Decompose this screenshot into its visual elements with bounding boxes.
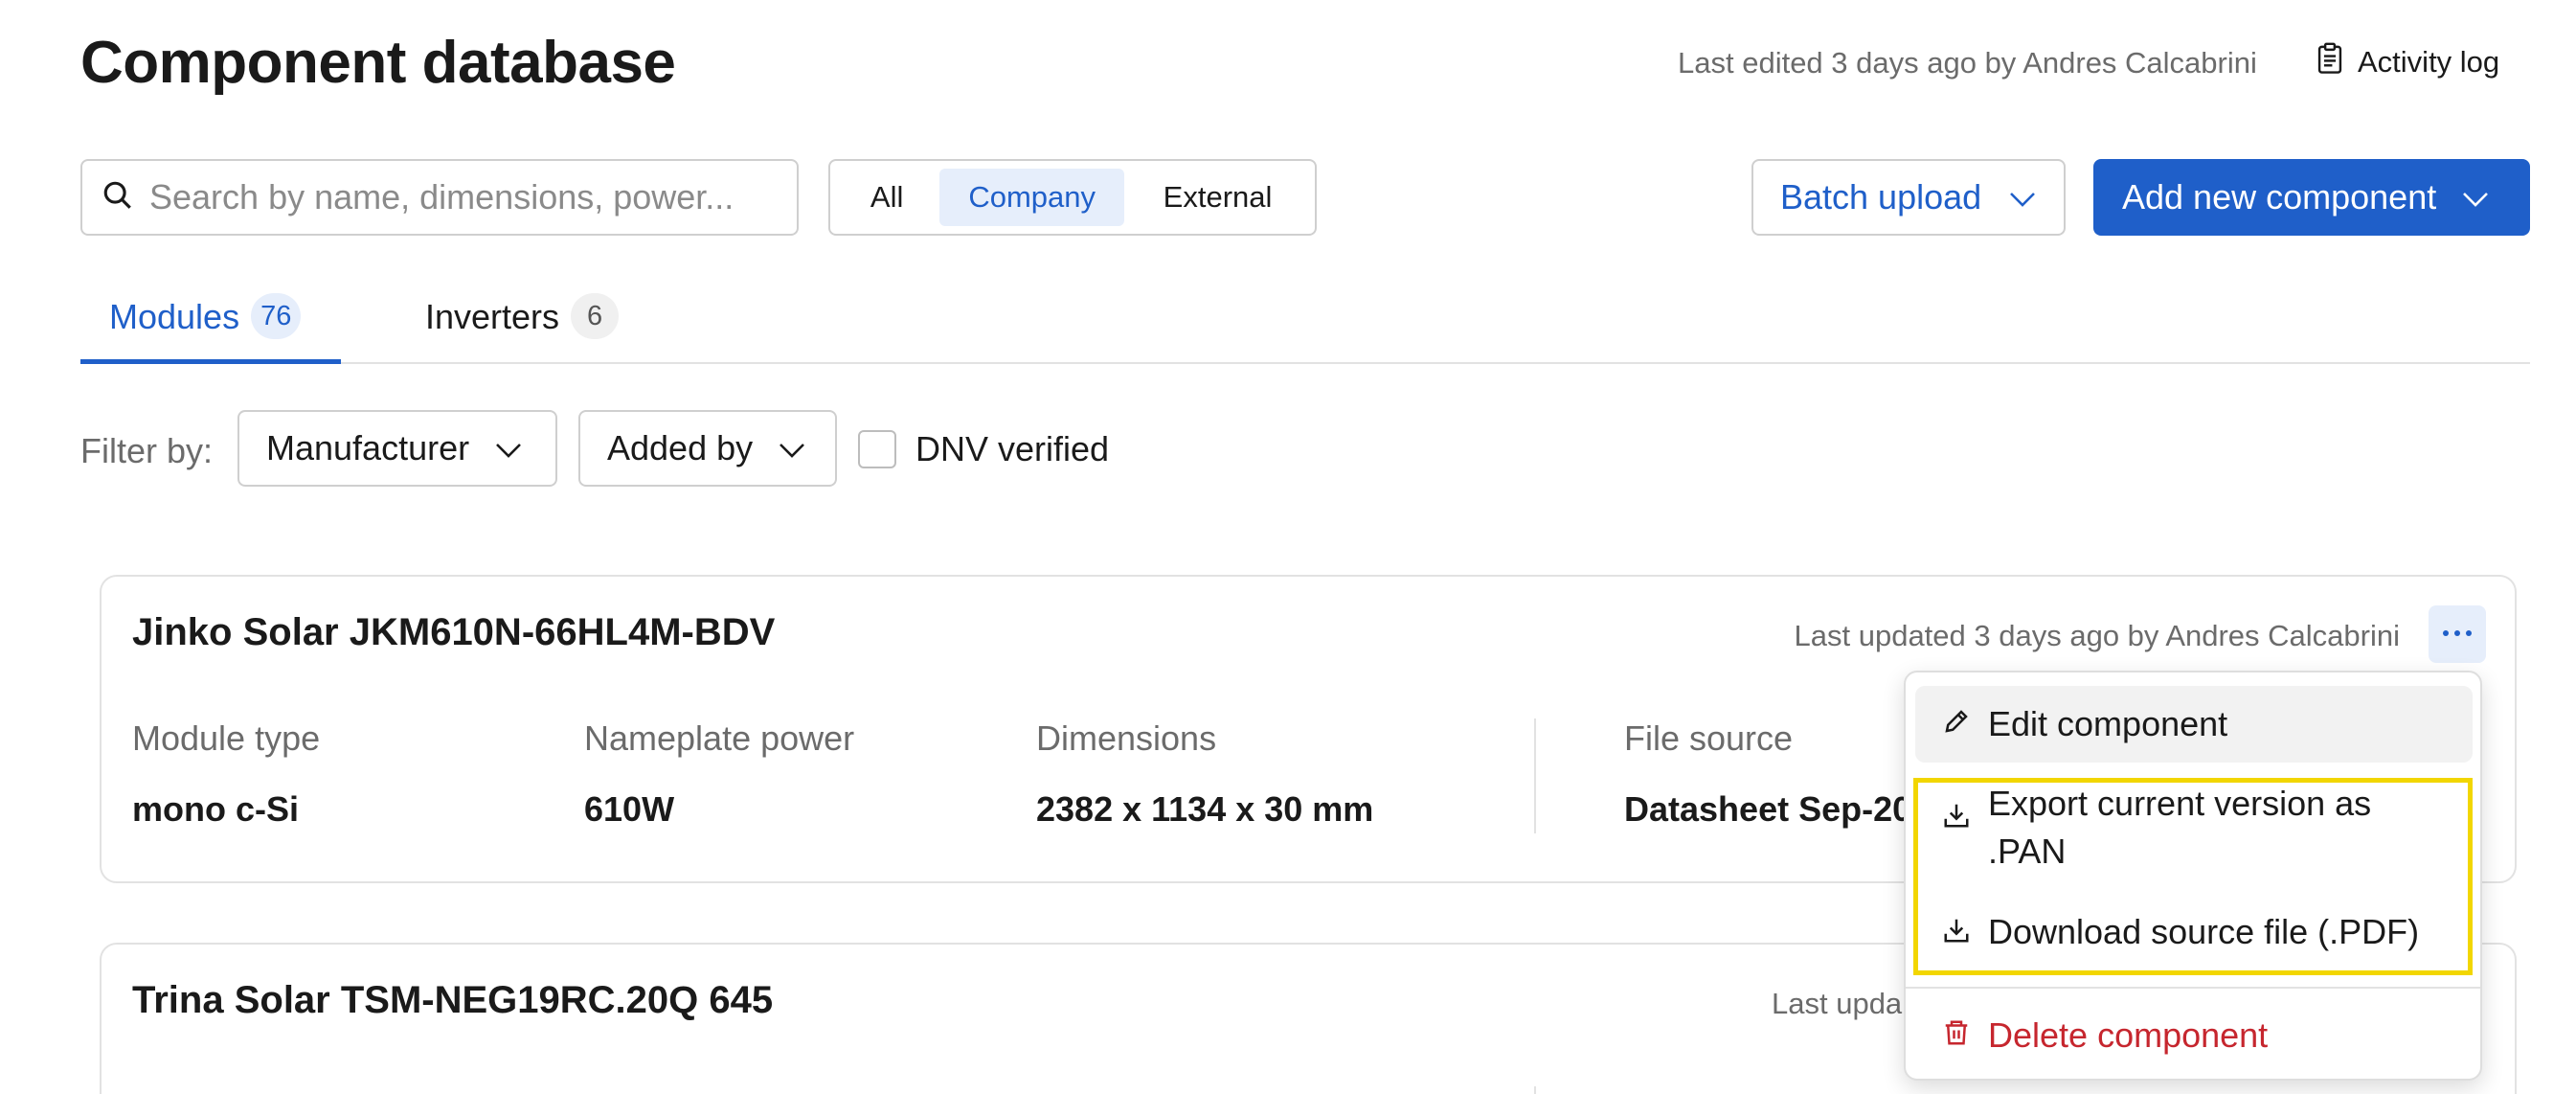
delete-component-menu-item[interactable]: Delete component <box>1915 1002 2473 1069</box>
tab-inverters-count: 6 <box>571 293 620 339</box>
field-label: Dimensions <box>1036 718 1217 758</box>
field-label: File source <box>1624 718 1794 758</box>
tab-modules-count: 76 <box>251 293 302 339</box>
search-box[interactable] <box>80 159 799 236</box>
field-value: 610W <box>584 789 675 829</box>
segment-all[interactable]: All <box>838 169 936 226</box>
field-value: mono c-Si <box>132 789 300 829</box>
batch-upload-button[interactable]: Batch upload <box>1751 159 2066 236</box>
segment-company[interactable]: Company <box>939 169 1125 226</box>
dnv-verified-label: DNV verified <box>915 429 1110 468</box>
search-icon <box>102 179 134 217</box>
segment-external[interactable]: External <box>1128 169 1307 226</box>
tab-modules[interactable]: Modules 76 <box>80 278 341 364</box>
dimensions-field: Dimensions 2382 x 1134 x 30 mm <box>1036 718 1373 830</box>
more-horizontal-icon <box>2441 626 2474 643</box>
activity-log-label: Activity log <box>2358 45 2500 79</box>
download-icon <box>1942 780 1971 842</box>
trash-icon <box>1942 1015 1971 1056</box>
clipboard-icon <box>2316 42 2344 82</box>
component-title: Trina Solar TSM-NEG19RC.20Q 645 <box>132 979 774 1021</box>
vertical-divider <box>1534 1086 1536 1094</box>
added-by-filter-dropdown[interactable]: Added by <box>578 410 837 487</box>
download-source-menu-item[interactable]: Download source file (.PDF) <box>1915 908 2473 957</box>
edit-component-label: Edit component <box>1988 704 2228 743</box>
activity-log-link[interactable]: Activity log <box>2316 42 2499 82</box>
export-pan-label-line2: .PAN <box>1988 832 2067 871</box>
vertical-divider <box>1534 718 1536 833</box>
export-pan-label: Export current version as .PAN <box>1988 780 2371 876</box>
pencil-icon <box>1942 704 1971 744</box>
download-source-label: Download source file (.PDF) <box>1988 912 2420 951</box>
export-pan-menu-item[interactable]: Export current version as .PAN <box>1915 780 2473 876</box>
source-segmented-control: All Company External <box>828 159 1317 236</box>
batch-upload-label: Batch upload <box>1780 177 1982 217</box>
export-pan-label-line1: Export current version as <box>1988 784 2372 823</box>
more-options-button[interactable] <box>2429 605 2486 663</box>
search-input[interactable] <box>149 177 762 217</box>
tab-inverters[interactable]: Inverters 6 <box>425 278 620 364</box>
filter-by-label: Filter by: <box>80 431 214 470</box>
dnv-verified-checkbox[interactable] <box>858 430 896 468</box>
chevron-down-icon <box>2461 177 2490 217</box>
last-edited-text: Last edited 3 days ago by Andres Calcabr… <box>1678 46 2257 80</box>
field-label: Nameplate power <box>584 718 855 758</box>
chevron-down-icon <box>2008 177 2037 217</box>
component-tabs: Modules 76 Inverters 6 <box>80 278 2530 364</box>
field-value: 2382 x 1134 x 30 mm <box>1036 789 1374 829</box>
nameplate-power-field: Nameplate power 610W <box>584 718 854 830</box>
download-icon <box>1942 908 1971 957</box>
add-new-component-button[interactable]: Add new component <box>2093 159 2530 236</box>
last-updated-text: Last updated 3 days ago by Andres Calcab… <box>1794 619 2400 652</box>
field-value: Datasheet Sep-20 <box>1624 789 1912 829</box>
component-title: Jinko Solar JKM610N-66HL4M-BDV <box>132 611 776 653</box>
menu-divider <box>1906 987 2480 989</box>
delete-component-label: Delete component <box>1988 1015 2269 1055</box>
dnv-verified-filter: DNV verified <box>858 429 1109 469</box>
manufacturer-filter-dropdown[interactable]: Manufacturer <box>237 410 557 487</box>
tab-modules-label: Modules <box>109 297 240 336</box>
added-by-filter-label: Added by <box>607 428 754 467</box>
manufacturer-filter-label: Manufacturer <box>266 428 470 467</box>
file-source-field: File source Datasheet Sep-20 <box>1624 718 1911 830</box>
module-type-field: Module type mono c-Si <box>132 718 320 830</box>
edit-component-menu-item[interactable]: Edit component <box>1915 686 2473 763</box>
component-actions-menu: Edit component Export current version as… <box>1904 671 2482 1081</box>
tab-inverters-label: Inverters <box>425 297 560 336</box>
field-label: Module type <box>132 718 321 758</box>
chevron-down-icon <box>778 428 806 468</box>
chevron-down-icon <box>494 428 523 468</box>
last-updated-text: Last upda <box>1772 987 1903 1020</box>
add-new-component-label: Add new component <box>2122 177 2437 217</box>
page-title: Component database <box>80 30 676 96</box>
